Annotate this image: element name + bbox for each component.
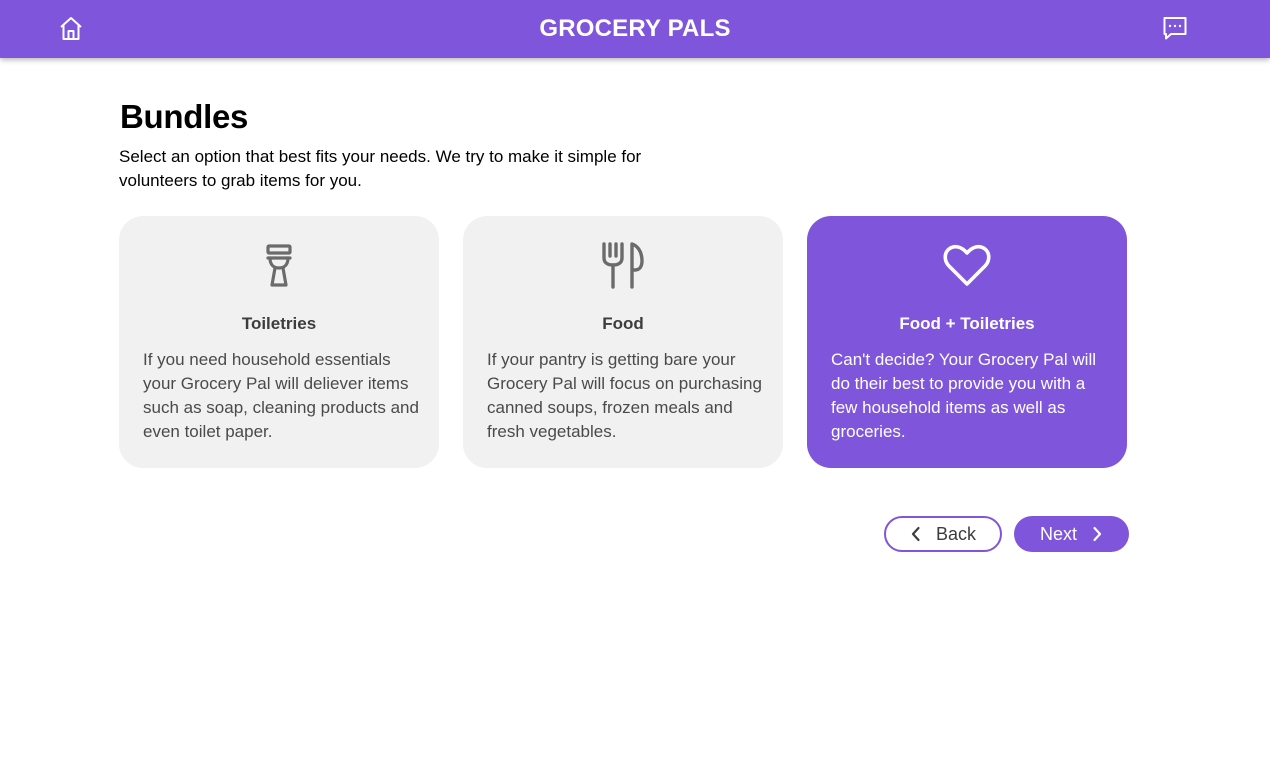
bundle-title: Food xyxy=(602,314,644,333)
bundle-title: Food + Toiletries xyxy=(899,314,1035,333)
bundle-title: Toiletries xyxy=(241,314,317,333)
chevron-right-icon xyxy=(1093,526,1102,542)
home-button[interactable] xyxy=(56,13,86,43)
chat-button[interactable] xyxy=(1160,13,1190,43)
bundle-description: Can't decide? Your Grocery Pal will do t… xyxy=(831,350,1096,441)
next-button[interactable]: Next xyxy=(1014,516,1129,552)
bundle-card-toiletries[interactable]: Toiletries If you need household essenti… xyxy=(119,216,439,468)
app-title: GROCERY PALS xyxy=(539,15,731,42)
home-icon xyxy=(60,17,82,40)
bundle-description: If your pantry is getting bare your Groc… xyxy=(487,350,762,441)
page-description: Select an option that best fits your nee… xyxy=(119,147,642,190)
bundle-description: If you need household essentials your Gr… xyxy=(143,350,419,441)
page-title: Bundles xyxy=(120,98,249,135)
bundle-card-food-toiletries[interactable]: Food + Toiletries Can't decide? Your Gro… xyxy=(807,216,1127,468)
back-button[interactable]: Back xyxy=(884,516,1002,552)
chat-icon xyxy=(1163,17,1187,40)
chevron-left-icon xyxy=(911,526,920,542)
next-button-label: Next xyxy=(1039,523,1077,544)
heart-icon xyxy=(943,244,991,286)
toilet-icon xyxy=(266,244,292,287)
bundle-card-food[interactable]: Food If your pantry is getting bare your… xyxy=(463,216,783,468)
app-header: GROCERY PALS xyxy=(0,0,1270,58)
back-button-label: Back xyxy=(935,523,977,544)
utensils-icon xyxy=(602,242,644,289)
